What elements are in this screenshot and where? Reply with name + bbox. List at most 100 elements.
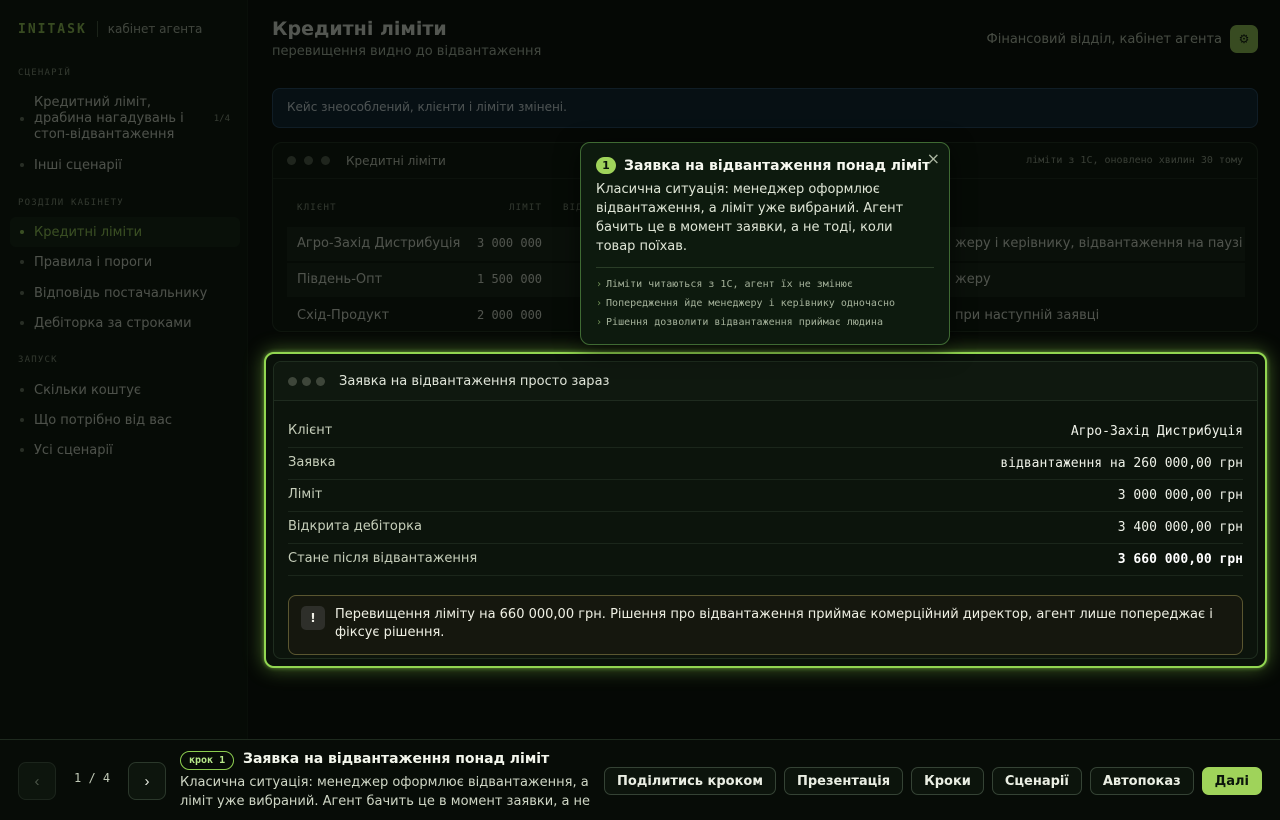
column-header-limit: ЛІМІТ [509, 203, 543, 213]
sidebar-item-receivables[interactable]: Дебіторка за строками [10, 312, 240, 334]
sidebar-item-label: Дебіторка за строками [34, 315, 192, 331]
sidebar-item-credit-scenario[interactable]: Кредитний ліміт, драбина нагадувань і ст… [10, 94, 240, 144]
bullet-text: Ліміти читаються з 1С, агент їх не зміню… [606, 279, 853, 290]
tour-bottom-bar: ‹ 1 / 4 › крок 1 Заявка на відвантаження… [0, 739, 1280, 820]
chevron-right-icon: › [596, 279, 603, 290]
bullet-icon [20, 418, 24, 422]
sidebar: INITASK кабінет агента СЦЕНАРІЙ Кредитни… [0, 0, 248, 820]
chevron-right-icon: › [596, 317, 603, 328]
step-counter: 1 / 4 [74, 771, 111, 785]
card-header: Заявка на відвантаження просто зараз [274, 362, 1257, 401]
page-title: Кредитні ліміти [272, 18, 447, 40]
tour-actions: Поділитись кроком Презентація Кроки Сцен… [604, 767, 1262, 795]
detail-label: Клієнт [288, 423, 333, 438]
detail-label: Відкрита дебіторка [288, 519, 422, 534]
client-name: Південь-Опт [297, 272, 383, 287]
presentation-button[interactable]: Презентація [783, 767, 904, 795]
limits-window-title: Кредитні ліміти [346, 153, 446, 168]
account-label: Фінансовий відділ, кабінет агента [986, 31, 1222, 47]
client-name: Схід-Продукт [297, 308, 390, 323]
step-number-badge: 1 [596, 157, 616, 174]
detail-row-limit: Ліміт 3 000 000,00 грн [288, 480, 1243, 512]
next-button[interactable]: Далі [1201, 767, 1262, 795]
step-badge: крок 1 [180, 751, 235, 770]
detail-value: відвантаження на 260 000,00 грн [1000, 456, 1243, 471]
bullet-icon [20, 291, 24, 295]
sidebar-item-credit-limits[interactable]: Кредитні ліміти [10, 217, 240, 247]
detail-value: 3 000 000,00 грн [1117, 488, 1243, 503]
client-status: жеру і керівнику, відвантаження на паузі [955, 236, 1243, 251]
warning-text: Перевищення ліміту на 660 000,00 грн. Рі… [335, 607, 1213, 640]
bullet-icon [20, 117, 24, 121]
sidebar-item-label: Відповідь постачальнику [34, 285, 208, 301]
sidebar-item-label: Усі сценарії [34, 442, 113, 458]
sidebar-item-rules[interactable]: Правила і пороги [10, 251, 240, 273]
brand-divider [96, 21, 98, 37]
chevron-right-icon: › [596, 298, 603, 309]
popover-bullet: › Рішення дозволити відвантаження приймає… [596, 313, 934, 332]
sidebar-item-label: Що потрібно від вас [34, 412, 172, 428]
sidebar-item-pricing[interactable]: Скільки коштує [10, 379, 240, 401]
shipment-request-card: Заявка на відвантаження просто зараз Клі… [264, 352, 1267, 668]
window-dot-icon [302, 376, 311, 386]
warning-icon: ! [301, 606, 325, 630]
bullet-text: Рішення дозволити відвантаження приймає … [606, 317, 883, 328]
bullet-icon [20, 321, 24, 325]
window-dot-icon [287, 156, 296, 165]
detail-label: Заявка [288, 455, 336, 470]
sidebar-item-label: Інші сценарії [34, 157, 122, 173]
sidebar-item-label: Кредитний ліміт, драбина нагадувань і ст… [34, 95, 184, 142]
client-limit: 2 000 000 [477, 308, 543, 322]
popover-title: 1 Заявка на відвантаження понад ліміт [596, 157, 934, 174]
window-dot-icon [316, 376, 325, 386]
settings-icon[interactable]: ⚙ [1230, 25, 1258, 53]
detail-row-request: Заявка відвантаження на 260 000,00 грн [288, 448, 1243, 480]
scenario-progress: 1/4 [213, 114, 230, 124]
shipment-request-window: Заявка на відвантаження просто зараз Клі… [273, 361, 1258, 659]
popover-body: Класична ситуація: менеджер оформлює від… [596, 182, 904, 254]
bullet-icon [20, 230, 24, 234]
popover-title-text: Заявка на відвантаження понад ліміт [624, 157, 931, 174]
popover-bullet: › Попередження йде менеджеру і керівнику … [596, 294, 934, 313]
sidebar-section-launch: ЗАПУСК [18, 355, 58, 365]
prev-step-button[interactable]: ‹ [18, 762, 56, 800]
client-limit: 1 500 000 [477, 272, 543, 286]
detail-label: Стане після відвантаження [288, 551, 478, 566]
client-limit: 3 000 000 [477, 236, 543, 250]
sidebar-item-label: Скільки коштує [34, 382, 142, 398]
detail-value: 3 400 000,00 грн [1117, 520, 1243, 535]
detail-row-after-shipment: Стане після відвантаження 3 660 000,00 г… [288, 544, 1243, 576]
step-title: Заявка на відвантаження понад ліміт [243, 751, 550, 767]
client-status: при наступній заявці [955, 308, 1100, 323]
sidebar-section-scenarios: СЦЕНАРІЙ [18, 68, 71, 78]
brand-logo: INITASK [18, 21, 87, 37]
detail-value: 3 660 000,00 грн [1117, 552, 1243, 567]
client-name: Агро-Захід Дистрибуція [297, 236, 461, 251]
step-popover: × 1 Заявка на відвантаження понад ліміт … [580, 142, 950, 345]
sidebar-item-all-scenarios[interactable]: Усі сценарії [10, 439, 240, 461]
bullet-icon [20, 260, 24, 264]
header-account[interactable]: Фінансовий відділ, кабінет агента ⚙ [987, 25, 1258, 53]
sidebar-item-label: Правила і пороги [34, 254, 153, 270]
client-status: жеру [955, 272, 991, 287]
scenarios-button[interactable]: Сценарії [991, 767, 1082, 795]
limits-sync-note: ліміти з 1С, оновлено хвилин 30 тому [1026, 155, 1243, 166]
sidebar-item-requirements[interactable]: Що потрібно від вас [10, 409, 240, 431]
autoplay-button[interactable]: Автопоказ [1089, 767, 1194, 795]
share-step-button[interactable]: Поділитись кроком [604, 767, 776, 795]
bullet-icon [20, 388, 24, 392]
brand: INITASK кабінет агента [18, 21, 202, 37]
detail-value: Агро-Захід Дистрибуція [1070, 424, 1243, 439]
window-dot-icon [321, 156, 330, 165]
steps-button[interactable]: Кроки [911, 767, 984, 795]
window-dot-icon [304, 156, 313, 165]
limit-warning: ! Перевищення ліміту на 660 000,00 грн. … [288, 595, 1243, 655]
sidebar-item-supplier-reply[interactable]: Відповідь постачальнику [10, 282, 240, 304]
close-icon[interactable]: × [927, 149, 940, 168]
page-subtitle: перевищення видно до відвантаження [272, 44, 542, 59]
bullet-icon [20, 448, 24, 452]
step-description: Класична ситуація: менеджер оформлює від… [180, 775, 591, 809]
sidebar-item-other-scenarios[interactable]: Інші сценарії [10, 154, 240, 176]
next-step-arrow-button[interactable]: › [128, 762, 166, 800]
column-header-client: КЛІЄНТ [297, 203, 337, 213]
